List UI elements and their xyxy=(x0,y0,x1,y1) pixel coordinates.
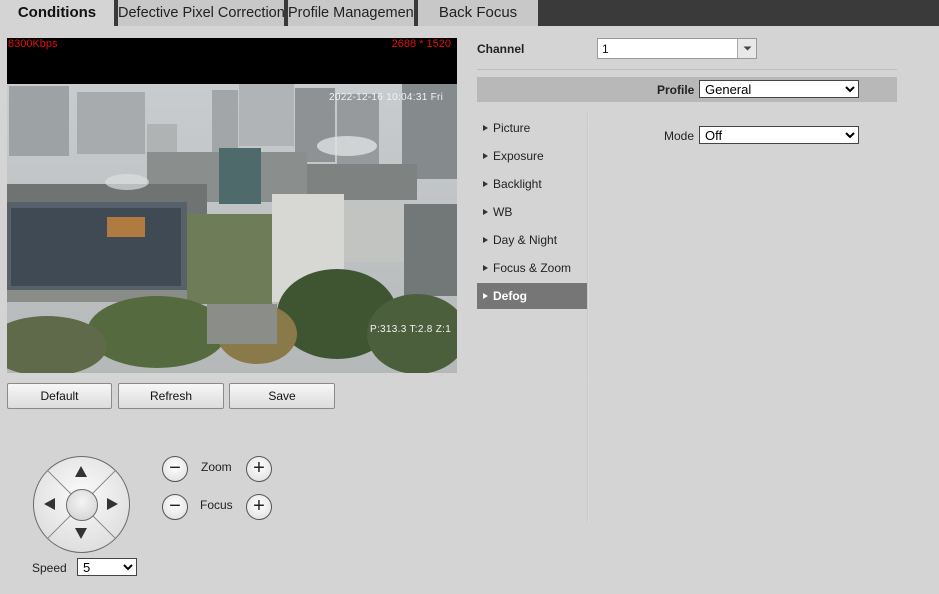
speed-label: Speed xyxy=(32,561,67,575)
focus-far-button[interactable]: + xyxy=(246,494,272,520)
caret-right-icon xyxy=(483,153,488,159)
menu-item-focus-zoom[interactable]: Focus & Zoom xyxy=(477,255,587,281)
focus-label: Focus xyxy=(200,498,233,512)
zoom-label: Zoom xyxy=(201,460,232,474)
bitrate-overlay: 8300Kbps xyxy=(8,38,58,50)
menu-item-label: Picture xyxy=(493,121,531,135)
caret-right-icon xyxy=(483,209,488,215)
pan-left-icon[interactable] xyxy=(44,498,55,510)
menu-item-label: WB xyxy=(493,205,513,219)
channel-value: 1 xyxy=(602,42,609,56)
save-button[interactable]: Save xyxy=(229,383,335,409)
channel-select[interactable]: 1 xyxy=(597,38,757,59)
resolution-overlay: 2688 * 1520 xyxy=(391,38,451,50)
menu-item-label: Focus & Zoom xyxy=(493,261,572,275)
divider xyxy=(477,69,897,70)
tab-profile-management[interactable]: Profile Management xyxy=(288,0,414,26)
caret-right-icon xyxy=(483,181,488,187)
speed-select[interactable]: 5 xyxy=(77,558,137,576)
chevron-down-icon xyxy=(743,46,752,51)
channel-label: Channel xyxy=(477,42,525,56)
menu-item-label: Exposure xyxy=(493,149,544,163)
caret-right-icon xyxy=(483,265,488,271)
live-video[interactable]: 8300Kbps 2688 * 1520 2022-12-16 10:04:31… xyxy=(7,38,457,373)
caret-right-icon xyxy=(483,125,488,131)
timestamp-overlay: 2022-12-16 10:04:31 Fri xyxy=(329,92,444,103)
menu-item-defog[interactable]: Defog xyxy=(477,283,587,309)
menu-item-label: Day & Night xyxy=(493,233,558,247)
mode-label: Mode xyxy=(664,129,695,143)
tab-back-focus[interactable]: Back Focus xyxy=(418,0,538,26)
tab-conditions[interactable]: Conditions xyxy=(0,0,114,26)
default-button[interactable]: Default xyxy=(7,383,112,409)
tab-defective-pixel-correction[interactable]: Defective Pixel Correction xyxy=(118,0,284,26)
caret-right-icon xyxy=(483,293,488,299)
tab-bar: Conditions Defective Pixel Correction Pr… xyxy=(0,0,939,26)
menu-item-label: Defog xyxy=(493,289,527,303)
refresh-button[interactable]: Refresh xyxy=(118,383,224,409)
menu-item-label: Backlight xyxy=(493,177,542,191)
menu-item-picture[interactable]: Picture xyxy=(477,115,587,141)
zoom-in-button[interactable]: + xyxy=(246,456,272,482)
profile-select[interactable]: General xyxy=(699,80,859,98)
menu-item-exposure[interactable]: Exposure xyxy=(477,143,587,169)
camera-scene: 2022-12-16 10:04:31 Fri P:313.3 T:2.8 Z:… xyxy=(7,84,457,373)
ptz-status-overlay: P:313.3 T:2.8 Z:1 xyxy=(370,324,452,335)
focus-near-button[interactable]: − xyxy=(162,494,188,520)
menu-item-wb[interactable]: WB xyxy=(477,199,587,225)
profile-label: Profile xyxy=(657,83,695,97)
channel-dropdown-button[interactable] xyxy=(737,39,756,58)
menu-item-backlight[interactable]: Backlight xyxy=(477,171,587,197)
caret-right-icon xyxy=(483,237,488,243)
menu-item-day-night[interactable]: Day & Night xyxy=(477,227,587,253)
panel-divider xyxy=(587,112,589,522)
zoom-out-button[interactable]: − xyxy=(162,456,188,482)
pan-down-icon[interactable] xyxy=(75,528,87,539)
pan-up-icon[interactable] xyxy=(75,466,87,477)
mode-select[interactable]: Off xyxy=(699,126,859,144)
pan-right-icon[interactable] xyxy=(107,498,118,510)
ptz-center-button[interactable] xyxy=(66,489,98,521)
